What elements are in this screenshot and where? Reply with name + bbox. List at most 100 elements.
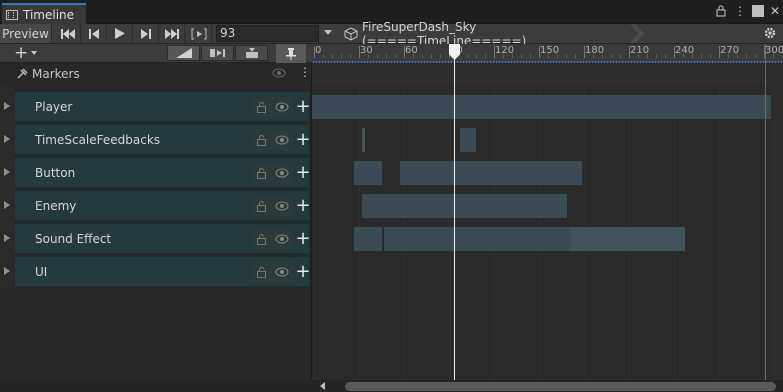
scroll-left-icon[interactable] [320,382,325,390]
horizontal-scroll-thumb[interactable] [345,382,776,391]
tab-title: Timeline [23,7,75,22]
gear-icon[interactable] [763,26,777,40]
markers-lane[interactable] [312,64,783,85]
eye-icon[interactable] [275,267,289,277]
eye-icon[interactable] [275,135,289,145]
track-header[interactable]: Player + [0,91,312,123]
ruler-tick [314,46,315,58]
ruler-tick [404,46,405,58]
lock-icon[interactable] [257,101,267,113]
eye-icon[interactable] [275,168,289,178]
maximize-icon[interactable] [752,5,764,17]
ruler-tick [494,46,495,58]
ruler-minor-tick [593,54,594,58]
go-to-end-icon[interactable] [159,24,185,43]
track-header-body[interactable]: Sound Effect + [14,223,311,254]
track-header[interactable]: Button + [0,157,312,189]
vertical-scrollbar[interactable] [771,64,783,380]
track-lane[interactable] [312,157,783,190]
expand-arrow-icon[interactable] [4,234,10,242]
splitter[interactable] [311,63,312,380]
preview-button[interactable]: Preview [0,24,52,43]
expand-arrow-icon[interactable] [4,201,10,209]
ruler-minor-tick [413,54,414,58]
track-header-body[interactable]: Button + [14,157,311,188]
ruler-minor-tick [575,54,576,58]
track-header-body[interactable]: Player + [14,91,311,122]
ruler-tick [674,46,675,58]
ruler-minor-tick [350,54,351,58]
timeline-clip-area[interactable] [312,85,783,380]
clip[interactable] [400,161,582,185]
add-track-button[interactable]: + [14,44,50,62]
expand-arrow-icon[interactable] [4,135,10,143]
play-range-icon[interactable] [186,24,212,43]
eye-icon[interactable] [275,102,289,112]
mix-icon[interactable] [167,45,200,61]
markers-menu-icon[interactable]: ⋮ [299,66,311,78]
ruler-minor-tick [665,54,666,58]
timeline-tab[interactable]: Timeline [2,3,86,24]
track-header[interactable]: UI + [0,256,312,288]
add-clip-button[interactable]: + [295,130,311,150]
ripple-icon[interactable] [201,45,234,61]
track-controls [253,97,293,117]
add-clip-button[interactable]: + [295,262,311,282]
clip[interactable] [362,128,365,152]
clip[interactable] [312,95,783,119]
frame-field[interactable]: 93 [216,25,319,42]
track-lane[interactable] [312,190,783,223]
window-menu-icon[interactable]: ⋮ [733,4,747,18]
play-icon[interactable] [107,24,133,43]
previous-frame-icon[interactable] [81,24,107,43]
track-header[interactable]: Sound Effect + [0,223,312,255]
close-icon[interactable]: ✕ [768,4,782,18]
lock-icon[interactable] [257,266,267,278]
track-lane[interactable] [312,91,783,124]
track-lane[interactable] [312,223,783,256]
track-header-body[interactable]: Enemy + [14,190,311,221]
clip[interactable] [384,227,570,251]
markers-label: Markers [32,67,80,81]
ruler-minor-tick [566,54,567,58]
ruler-minor-tick [377,54,378,58]
clip[interactable] [460,128,476,152]
eye-icon[interactable] [272,68,286,78]
expand-arrow-icon[interactable] [4,168,10,176]
track-lane[interactable] [312,256,783,289]
clip[interactable] [570,227,685,251]
replace-icon[interactable] [235,45,268,61]
breadcrumb[interactable]: FireSuperDash_Sky (=====TimeLine=====) [344,20,644,48]
timeline-dropdown-icon[interactable] [324,30,332,35]
eye-icon[interactable] [275,201,289,211]
lock-icon[interactable] [257,200,267,212]
expand-arrow-icon[interactable] [4,102,10,110]
add-clip-button[interactable]: + [295,229,311,249]
add-clip-button[interactable]: + [295,97,311,117]
clip[interactable] [354,227,382,251]
track-header[interactable]: TimeScaleFeedbacks + [0,124,312,156]
track-name: UI [35,265,48,279]
track-header[interactable]: Enemy + [0,190,312,222]
pin-icon[interactable] [276,44,306,63]
expand-arrow-icon[interactable] [4,267,10,275]
lock-icon[interactable] [257,134,267,146]
track-header-body[interactable]: TimeScaleFeedbacks + [14,124,311,155]
clip[interactable] [354,161,382,185]
go-to-start-icon[interactable] [55,24,81,43]
ruler-minor-tick [503,54,504,58]
add-clip-button[interactable]: + [295,196,311,216]
ruler-minor-tick [422,54,423,58]
eye-icon[interactable] [275,234,289,244]
track-header-body[interactable]: UI + [14,256,311,287]
lock-icon[interactable] [257,233,267,245]
track-lane[interactable] [312,124,783,157]
ruler-minor-tick [467,54,468,58]
lock-icon[interactable] [714,4,728,18]
clip[interactable] [362,194,567,218]
ruler-minor-tick [611,54,612,58]
next-frame-icon[interactable] [133,24,159,43]
lock-icon[interactable] [257,167,267,179]
ruler-minor-tick [701,54,702,58]
add-clip-button[interactable]: + [295,163,311,183]
